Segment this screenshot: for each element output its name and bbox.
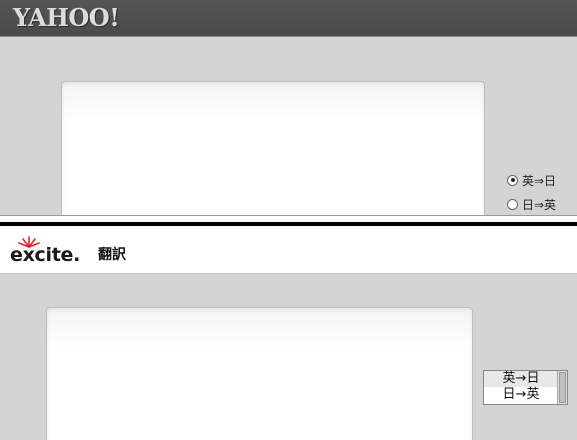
- yahoo-logo[interactable]: YAHOO!: [13, 3, 120, 33]
- listbox-option-ja-en[interactable]: 日→英: [484, 387, 558, 403]
- listbox-scrollbar[interactable]: [557, 371, 567, 404]
- radio-label: 日⇒英: [522, 197, 557, 212]
- yahoo-radio-en-ja[interactable]: 英⇒日: [507, 168, 577, 192]
- excite-source-text-area[interactable]: [46, 307, 473, 440]
- excite-logo[interactable]: excite.: [10, 244, 80, 266]
- radio-label: 英⇒日: [522, 173, 557, 188]
- excite-translate-panel: excite. 翻訳 英→日 日→英: [0, 226, 577, 440]
- yahoo-translate-panel: YAHOO! 英⇒日 日⇒英: [0, 0, 577, 216]
- scrollbar-thumb[interactable]: [559, 372, 566, 403]
- radio-button-unchecked[interactable]: [507, 198, 518, 210]
- yahoo-header: YAHOO!: [0, 0, 577, 37]
- excite-direction-listbox[interactable]: 英→日 日→英: [483, 370, 568, 405]
- yahoo-radio-ja-en[interactable]: 日⇒英: [507, 192, 577, 215]
- excite-header: excite. 翻訳: [0, 226, 577, 274]
- excite-translate-title: 翻訳: [98, 247, 126, 263]
- yahoo-direction-radio-group: 英⇒日 日⇒英: [507, 168, 577, 215]
- listbox-option-en-ja[interactable]: 英→日: [484, 371, 558, 387]
- yahoo-source-text-area[interactable]: [61, 81, 485, 215]
- radio-button-checked[interactable]: [507, 174, 518, 186]
